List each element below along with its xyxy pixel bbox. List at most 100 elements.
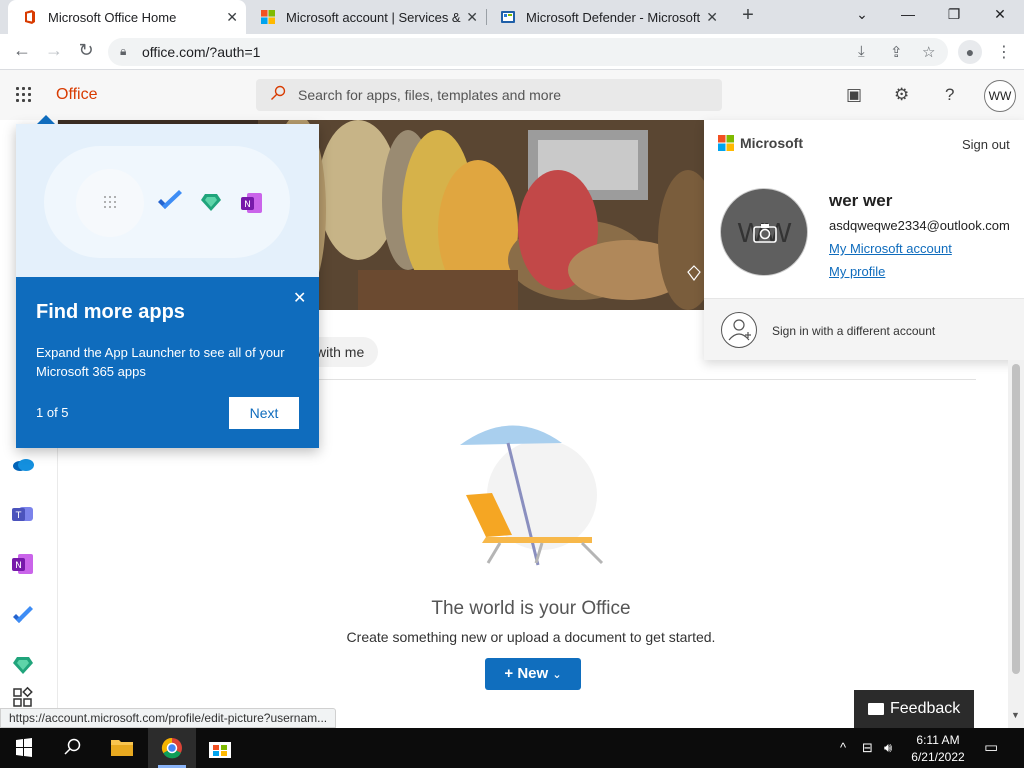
close-tab-icon[interactable]: ✕	[706, 9, 718, 26]
onenote-icon: N	[241, 193, 262, 213]
scroll-down-icon[interactable]: ▼	[1011, 710, 1020, 720]
account-email: asdqweqwe2334@outlook.com	[829, 218, 1010, 233]
page-scrollbar[interactable]: ▼	[1008, 360, 1024, 728]
tab-search-icon[interactable]: ⌄	[852, 6, 872, 23]
tab-defender[interactable]: Microsoft Defender - Microsoft S ✕	[486, 0, 726, 34]
app-launcher-icon	[104, 196, 116, 208]
content-divider	[300, 379, 976, 380]
taskbar-time[interactable]: 6:11 AM	[904, 733, 972, 747]
my-profile-link[interactable]: My profile	[829, 264, 885, 279]
account-manager-panel: Microsoft Sign out WW wer wer asdqweqwe2…	[704, 120, 1024, 360]
sign-in-different-label: Sign in with a different account	[772, 324, 936, 338]
bookmark-star-icon[interactable]: ☆	[922, 43, 935, 61]
help-icon[interactable]: ?	[945, 85, 954, 105]
account-name: wer wer	[829, 191, 893, 210]
install-app-icon[interactable]: ⤓	[858, 43, 865, 60]
feedback-label: Feedback	[890, 700, 961, 717]
windows-taskbar: ^ ⊟ 🔊︎ 6:11 AM 6/21/2022 ▭	[0, 728, 1024, 768]
lock-icon: 🔒︎	[120, 44, 127, 58]
close-window-icon[interactable]: ✕	[990, 6, 1010, 23]
callout-description: Expand the App Launcher to see all of yo…	[36, 345, 285, 379]
tab-title: Microsoft Office Home	[48, 9, 177, 25]
windows-start-icon[interactable]	[0, 728, 48, 768]
tab-microsoft-account[interactable]: Microsoft account | Services & su ✕	[246, 0, 486, 34]
chevron-down-icon: ⌄	[552, 669, 562, 681]
svg-text:T: T	[15, 511, 22, 521]
back-icon[interactable]: ←	[10, 40, 34, 61]
avatar[interactable]: WW	[984, 80, 1016, 112]
all-apps-icon[interactable]	[11, 686, 35, 710]
show-hidden-icons[interactable]: ^	[840, 740, 846, 755]
network-icon[interactable]: ⊟	[862, 740, 873, 756]
scrollbar-thumb[interactable]	[1012, 364, 1020, 674]
tab-title: Microsoft account | Services & su	[286, 9, 462, 25]
office-header: Office Search for apps, files, templates…	[0, 70, 1024, 120]
sign-out-link[interactable]: Sign out	[962, 137, 1010, 152]
teams-icon[interactable]: T	[11, 501, 35, 525]
family-safety-icon	[201, 194, 221, 211]
my-microsoft-account-link[interactable]: My Microsoft account	[829, 241, 952, 256]
file-explorer-icon[interactable]	[98, 728, 146, 768]
volume-icon[interactable]: 🔊︎	[884, 740, 892, 756]
empty-state-subtitle: Create something new or upload a documen…	[346, 629, 716, 645]
tab-title: Microsoft Defender - Microsoft S	[526, 9, 702, 25]
add-person-icon	[721, 312, 757, 348]
microsoft-logo-icon	[718, 135, 734, 151]
profile-photo[interactable]: WW	[720, 188, 808, 276]
find-more-apps-callout: N ✕ Find more apps Expand the App Launch…	[16, 115, 319, 448]
plus-icon: +	[504, 665, 514, 682]
next-button[interactable]: Next	[229, 397, 299, 429]
microsoft-logo-icon	[261, 10, 275, 24]
onedrive-icon[interactable]	[11, 452, 35, 476]
reload-icon[interactable]: ↻	[74, 40, 98, 61]
todo-icon	[158, 190, 182, 209]
onenote-icon[interactable]: N	[11, 552, 35, 576]
sign-in-different-account[interactable]: Sign in with a different account	[704, 298, 1024, 360]
office-brand[interactable]: Office	[56, 86, 98, 104]
feedback-button[interactable]: Feedback	[854, 690, 974, 728]
store-icon[interactable]	[196, 728, 244, 768]
share-icon[interactable]: ⇪	[890, 43, 903, 61]
microsoft-brand: Microsoft	[740, 135, 803, 151]
menu-kebab-icon[interactable]: ⋮	[996, 42, 1012, 62]
gear-icon[interactable]: ⚙	[894, 85, 909, 105]
minimize-icon[interactable]: —	[898, 6, 918, 22]
feedback-icon	[868, 703, 884, 715]
callout-title: Find more apps	[36, 301, 185, 323]
link-status-bar: https://account.microsoft.com/profile/ed…	[0, 708, 337, 728]
close-tab-icon[interactable]: ✕	[226, 9, 238, 26]
search-icon	[271, 85, 286, 100]
forward-icon[interactable]: →	[42, 40, 66, 61]
office-icon	[25, 10, 35, 24]
camera-icon	[753, 224, 777, 243]
browser-toolbar: ← → ↻ 🔒︎ office.com/?auth=1 ⤓ ⇪ ☆ ● ⋮	[0, 34, 1024, 70]
close-icon[interactable]: ✕	[293, 288, 306, 308]
url-text: office.com/?auth=1	[142, 44, 261, 60]
svg-text:N: N	[15, 561, 22, 571]
taskbar-date[interactable]: 6/21/2022	[904, 750, 972, 764]
family-safety-icon[interactable]	[11, 653, 35, 677]
empty-state-title: The world is your Office	[431, 598, 631, 619]
address-bar[interactable]: 🔒︎ office.com/?auth=1 ⤓ ⇪ ☆	[108, 38, 948, 66]
callout-illustration: N	[16, 124, 319, 277]
new-button-label: New	[517, 665, 549, 682]
callout-step-count: 1 of 5	[36, 405, 69, 420]
restore-icon[interactable]: ❐	[944, 6, 964, 23]
chrome-icon[interactable]	[148, 728, 196, 768]
new-tab-button[interactable]: +	[738, 4, 758, 27]
search-input[interactable]: Search for apps, files, templates and mo…	[256, 79, 722, 111]
browser-tab-strip: Microsoft Office Home ✕ Microsoft accoun…	[0, 0, 1024, 34]
app-launcher-icon[interactable]	[14, 85, 34, 105]
close-tab-icon[interactable]: ✕	[466, 9, 478, 26]
tab-office-home[interactable]: Microsoft Office Home ✕	[8, 0, 246, 34]
meet-icon[interactable]: ▣	[846, 85, 862, 105]
search-placeholder: Search for apps, files, templates and mo…	[298, 87, 562, 103]
svg-text:N: N	[244, 200, 251, 210]
notifications-icon[interactable]: ▭	[984, 738, 998, 756]
new-button[interactable]: + New ⌄	[485, 658, 581, 690]
profile-icon[interactable]: ●	[958, 40, 982, 64]
todo-icon[interactable]	[11, 604, 35, 628]
beach-chair-illustration	[460, 425, 604, 566]
search-icon[interactable]	[48, 728, 96, 768]
defender-icon	[501, 11, 515, 23]
